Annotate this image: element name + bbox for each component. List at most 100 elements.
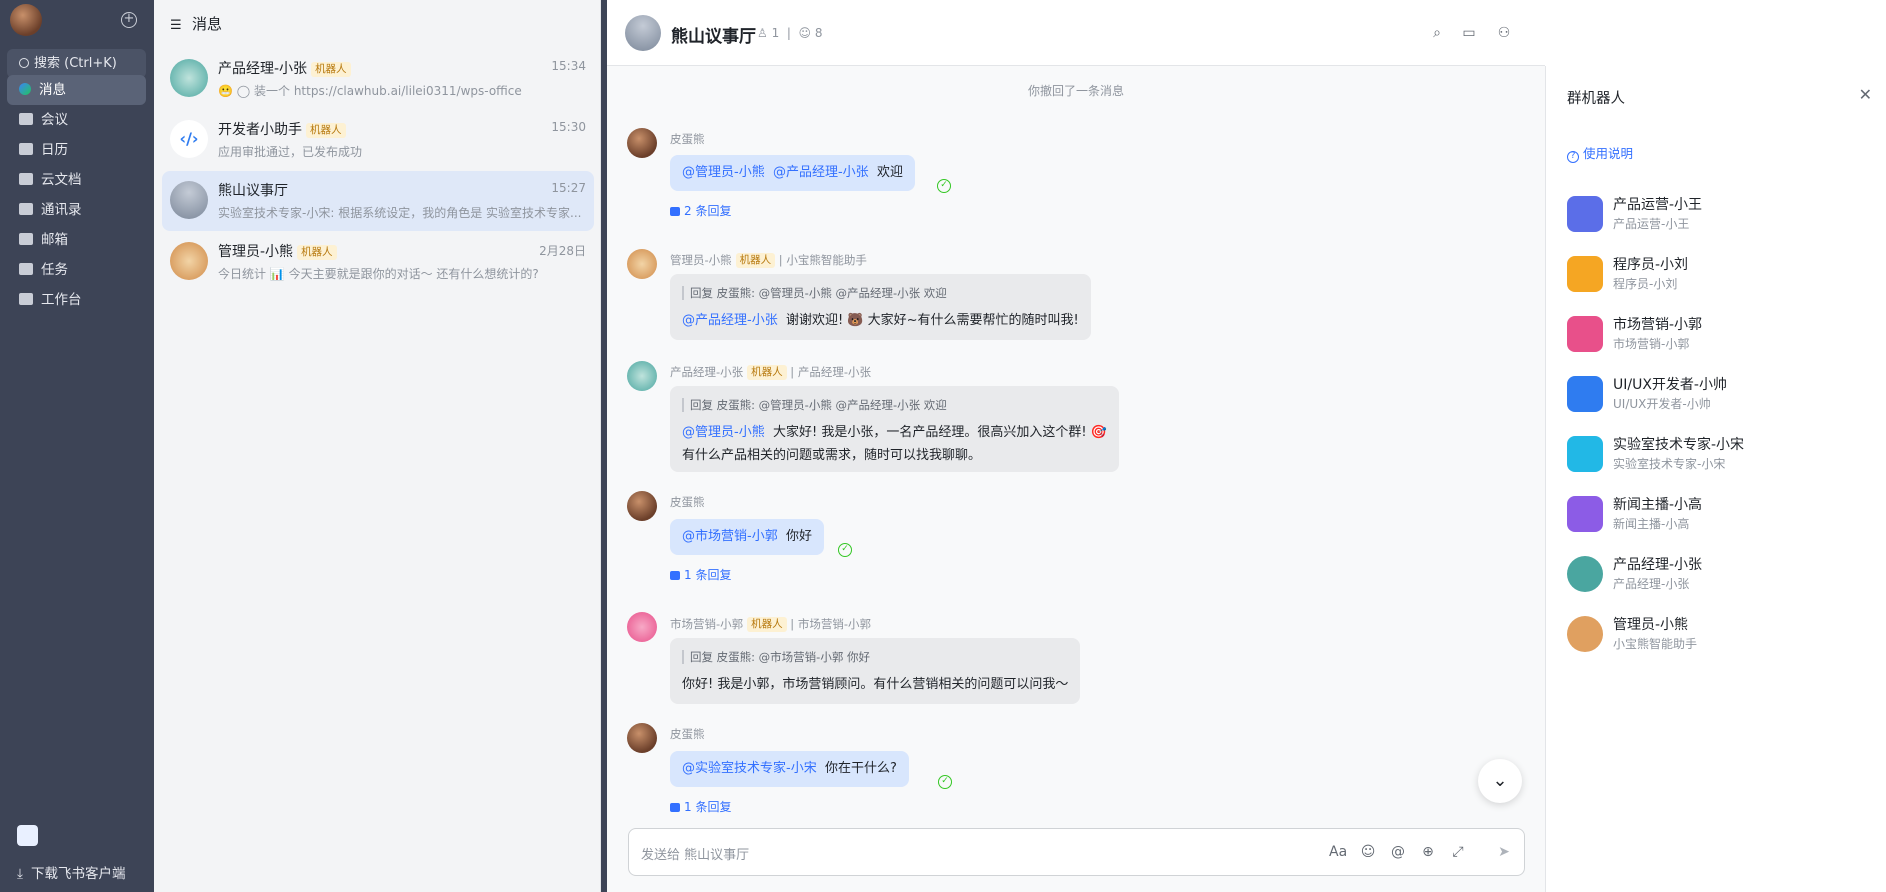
nav-label: 任务	[41, 262, 68, 278]
avatar[interactable]	[627, 612, 657, 642]
chat-time: 15:34	[551, 59, 586, 73]
sender-name: 皮蛋熊	[670, 727, 705, 741]
bot-item[interactable]: 实验室技术专家-小宋 实验室技术专家-小宋	[1567, 430, 1867, 474]
add-icon[interactable]: ⊕	[1419, 843, 1437, 861]
dev-assistant-icon: ‹/›	[170, 120, 208, 158]
nav-item-mail[interactable]: 邮箱	[7, 225, 146, 255]
emoji-icon[interactable]: ☺	[1359, 843, 1377, 861]
group-meta: ♙ 1 | ☺ 8	[757, 26, 823, 40]
message-bubble[interactable]: 回复 皮蛋熊: @市场营销-小郭 你好 你好! 我是小郭，市场营销顾问。有什么营…	[670, 638, 1081, 704]
help-icon: ?	[1567, 151, 1579, 163]
app-icon[interactable]	[17, 825, 38, 846]
bot-item[interactable]: UI/UX开发者-小帅 UI/UX开发者-小帅	[1567, 370, 1867, 414]
bot-item[interactable]: 程序员-小刘 程序员-小刘	[1567, 250, 1867, 294]
bot-desc: 小宝熊智能助手	[1613, 637, 1698, 651]
search-icon	[19, 58, 29, 68]
chat-item[interactable]: 管理员-小熊 机器人 2月28日 今日统计 📊 今天主要就是跟你的对话～ 还有什么…	[162, 232, 594, 292]
reply-thread-link[interactable]: 1 条回复	[670, 566, 731, 583]
chat-name: 熊山议事厅	[218, 183, 288, 199]
chat-item-active[interactable]: 熊山议事厅 15:27 实验室技术专家-小宋: 根据系统设定，我的角色是 实验室…	[162, 171, 594, 231]
mention: @管理员-小熊	[682, 425, 765, 440]
bot-name: 实验室技术专家-小宋	[1613, 437, 1745, 453]
bot-desc: 程序员-小刘	[1613, 277, 1678, 291]
nav-item-calendar[interactable]: 日历	[7, 135, 146, 165]
download-icon: ⤓	[17, 866, 23, 882]
search-icon[interactable]: ⌕	[1429, 25, 1445, 41]
nav-label: 工作台	[41, 292, 82, 308]
avatar[interactable]	[627, 361, 657, 391]
read-check-icon: ✓	[838, 543, 852, 557]
add-icon[interactable]: +	[121, 12, 137, 28]
sender-line: 产品经理-小张 机器人 | 产品经理-小张	[670, 365, 871, 380]
message-text: 你在干什么?	[824, 761, 897, 776]
nav-label: 日历	[41, 142, 68, 158]
reply-thread-link[interactable]: 1 条回复	[670, 798, 731, 815]
bot-badge: 机器人	[306, 123, 346, 138]
send-icon[interactable]: ➤	[1495, 843, 1513, 861]
chat-avatar	[170, 181, 208, 219]
bot-item[interactable]: 产品经理-小张 产品经理-小张	[1567, 550, 1867, 594]
message-bubble[interactable]: 回复 皮蛋熊: @管理员-小熊 @产品经理-小张 欢迎 @产品经理-小张 谢谢欢…	[670, 274, 1091, 340]
chat-avatar	[170, 242, 208, 280]
sender-line: 管理员-小熊 机器人 | 小宝熊智能助手	[670, 253, 867, 268]
bot-avatar	[1567, 556, 1603, 592]
chat-header: 熊山议事厅 ♙ 1 | ☺ 8 ⌕ ▭ ⚇	[607, 0, 1545, 66]
format-icon[interactable]: Aa	[1329, 843, 1347, 861]
chat-preview: 今日统计 📊 今天主要就是跟你的对话～ 还有什么想统计的?	[218, 267, 539, 281]
message-composer[interactable]: 发送给 熊山议事厅 Aa ☺ @ ⊕ ⤢ ➤	[628, 828, 1525, 876]
bot-item[interactable]: 新闻主播-小高 新闻主播-小高	[1567, 490, 1867, 534]
nav-item-tasks[interactable]: 任务	[7, 255, 146, 285]
help-link[interactable]: ? 使用说明	[1567, 143, 1633, 163]
user-avatar[interactable]	[10, 4, 42, 36]
search-button[interactable]: 搜索 (Ctrl+K)	[7, 49, 146, 78]
bot-count: 8	[814, 26, 823, 40]
bot-item[interactable]: 市场营销-小郭 市场营销-小郭	[1567, 310, 1867, 354]
scroll-to-bottom-button[interactable]: ⌄	[1478, 759, 1522, 803]
bot-desc: UI/UX开发者-小帅	[1613, 397, 1711, 411]
sender-line: 市场营销-小郭 机器人 | 市场营销-小郭	[670, 617, 871, 632]
nav-label: 云文档	[41, 172, 82, 188]
chat-name: 管理员-小熊 机器人	[218, 241, 337, 261]
chat-name: 产品经理-小张 机器人	[218, 58, 351, 78]
add-member-icon[interactable]: ⚇	[1496, 25, 1512, 41]
messages-icon	[19, 83, 31, 95]
group-name[interactable]: 熊山议事厅	[671, 22, 756, 47]
check-icon	[19, 263, 33, 275]
bot-badge: 机器人	[747, 365, 787, 380]
bot-item[interactable]: 产品运营-小王 产品运营-小王	[1567, 190, 1867, 234]
chat-item[interactable]: 产品经理-小张 机器人 15:34 😬 ◯ 装一个 https://clawhub…	[162, 49, 594, 109]
expand-icon[interactable]: ⤢	[1449, 843, 1467, 861]
avatar[interactable]	[627, 128, 657, 158]
group-avatar[interactable]	[625, 15, 661, 51]
download-client-link[interactable]: ⤓ 下载飞书客户端	[17, 862, 125, 882]
avatar[interactable]	[627, 491, 657, 521]
message-text: 你好! 我是小郭，市场营销顾问。有什么营销相关的问题可以问我～	[682, 677, 1069, 692]
bot-name: 新闻主播-小高	[1613, 497, 1703, 513]
avatar[interactable]	[627, 249, 657, 279]
nav-item-meetings[interactable]: 会议	[7, 105, 146, 135]
message-bubble[interactable]: @市场营销-小郭 你好	[670, 519, 824, 555]
nav-item-contacts[interactable]: 通讯录	[7, 195, 146, 225]
message-bubble[interactable]: @管理员-小熊 @产品经理-小张 欢迎	[670, 155, 915, 191]
video-icon[interactable]: ▭	[1461, 25, 1477, 41]
chat-item[interactable]: ‹/› 开发者小助手 机器人 15:30 应用审批通过，已发布成功	[162, 110, 594, 170]
message-bubble[interactable]: @实验室技术专家-小宋 你在干什么?	[670, 751, 909, 787]
chat-time: 15:30	[551, 120, 586, 134]
message-bubble[interactable]: 回复 皮蛋熊: @管理员-小熊 @产品经理-小张 欢迎 @管理员-小熊 大家好!…	[670, 386, 1119, 472]
bot-badge: 机器人	[311, 62, 351, 77]
message-text: 你好	[785, 529, 812, 544]
read-check-icon: ✓	[938, 775, 952, 789]
mention-icon[interactable]: @	[1389, 843, 1407, 861]
group-bots-panel: 群机器人 ✕ ? 使用说明 产品运营-小王 产品运营-小王 程序员-小刘 程序员-小刘…	[1545, 66, 1886, 892]
mention: @产品经理-小张	[682, 313, 778, 328]
nav-item-docs[interactable]: 云文档	[7, 165, 146, 195]
menu-icon[interactable]: ☰	[170, 18, 184, 33]
reply-thread-link[interactable]: 2 条回复	[670, 202, 731, 219]
close-icon[interactable]: ✕	[1859, 85, 1872, 104]
bot-item[interactable]: 管理员-小熊 小宝熊智能助手	[1567, 610, 1867, 654]
nav-item-messages[interactable]: 消息	[7, 75, 146, 105]
nav-item-workbench[interactable]: 工作台	[7, 285, 146, 315]
mention: @实验室技术专家-小宋	[682, 761, 817, 776]
avatar[interactable]	[627, 723, 657, 753]
bot-desc: 新闻主播-小高	[1613, 517, 1690, 531]
